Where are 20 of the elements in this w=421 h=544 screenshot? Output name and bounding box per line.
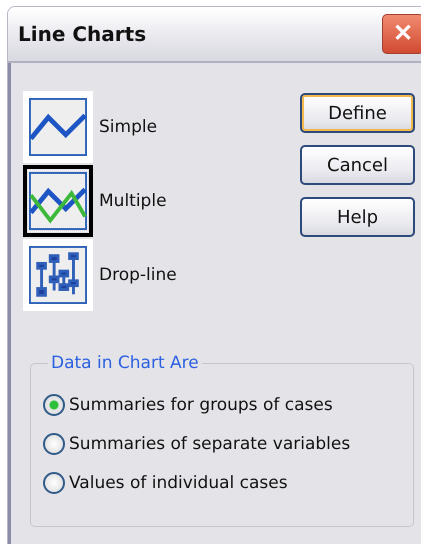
dialog-button[interactable]: Help <box>300 197 415 237</box>
chart-type-tile[interactable] <box>23 91 93 163</box>
option-label: Values of individual cases <box>69 472 288 492</box>
radio-button[interactable] <box>43 472 65 494</box>
radio-button[interactable] <box>43 394 65 416</box>
group-title: Data in Chart Are <box>50 353 200 373</box>
chart-type-label: Drop-line <box>99 265 177 285</box>
dialog-button[interactable]: Cancel <box>300 145 415 185</box>
chart-type-tile[interactable] <box>23 239 93 311</box>
multi-line-chart-icon <box>29 171 87 231</box>
line-chart-icon <box>29 97 87 157</box>
window-title: Line Charts <box>18 22 146 46</box>
drop-line-chart-icon <box>29 245 87 305</box>
option-label: Summaries for groups of cases <box>69 394 333 414</box>
chart-type-label: Simple <box>99 117 158 137</box>
chart-type-tile[interactable] <box>23 165 93 237</box>
dialog-button[interactable]: Define <box>300 93 415 133</box>
chart-type-label: Multiple <box>99 191 167 211</box>
option-label: Summaries of separate variables <box>69 434 350 454</box>
radio-button[interactable] <box>43 432 65 454</box>
